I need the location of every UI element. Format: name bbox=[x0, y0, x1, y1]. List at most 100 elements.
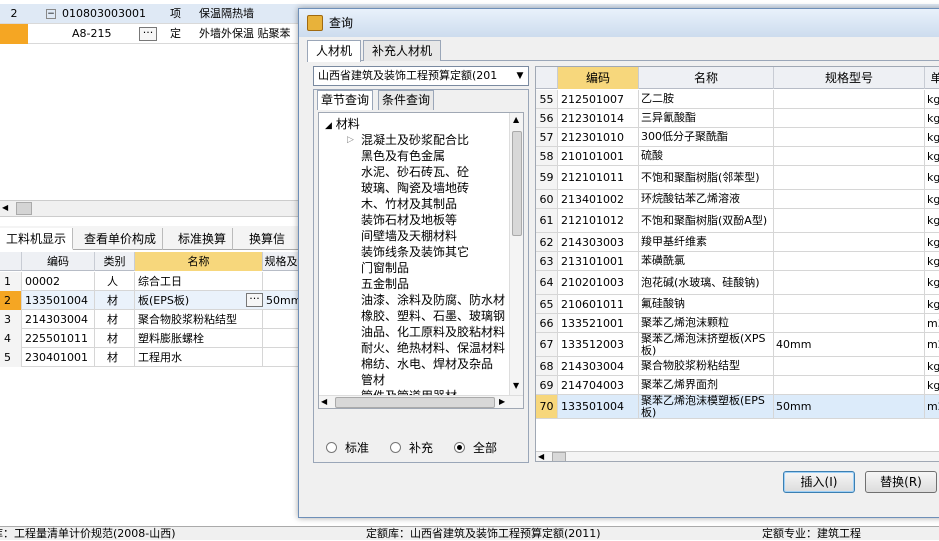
cell-code[interactable]: 212101011 bbox=[558, 166, 639, 189]
cell-name[interactable]: 环烷酸钴苯乙烯溶液 bbox=[639, 190, 774, 208]
dialog-title-bar[interactable]: 查询 bbox=[299, 9, 939, 37]
radio-circle[interactable] bbox=[326, 442, 337, 453]
cell-name[interactable]: 苯磺酰氯 bbox=[639, 252, 774, 270]
cell-spec[interactable]: 40mm bbox=[774, 333, 925, 356]
cell-name[interactable]: 不饱和聚酯树脂(双酚A型) bbox=[639, 209, 774, 232]
table-row[interactable]: 64210201003泡花碱(水玻璃、硅酸钠) kg bbox=[536, 271, 939, 295]
tree-horizontal-scrollbar[interactable]: ◀ ▶ bbox=[319, 395, 523, 408]
cell-name[interactable]: 聚苯乙烯泡沫颗粒 bbox=[639, 314, 774, 332]
cell-spec[interactable] bbox=[774, 109, 925, 127]
cell-spec[interactable] bbox=[774, 166, 925, 189]
cell-code[interactable]: 210601011 bbox=[558, 295, 639, 313]
tab-unit-price[interactable]: 查看单价构成 bbox=[78, 228, 164, 250]
tab-chapter-query[interactable]: 章节查询 bbox=[317, 90, 374, 110]
horizontal-scrollbar[interactable]: ◀ bbox=[0, 200, 300, 217]
tab-condition-query[interactable]: 条件查询 bbox=[378, 90, 435, 110]
cell-code[interactable]: 214704003 bbox=[558, 376, 639, 394]
column-header-unit[interactable]: 单位 bbox=[925, 67, 939, 89]
tree-item[interactable]: 木、竹材及其制品 bbox=[361, 196, 457, 212]
table-row[interactable]: 68214303004聚合物胶浆粉粘结型 kg bbox=[536, 357, 939, 376]
cell-name[interactable]: 聚苯乙烯泡沫挤塑板(XPS板) bbox=[639, 333, 774, 356]
radio-all[interactable]: 全部 bbox=[454, 440, 497, 456]
collapse-icon[interactable]: − bbox=[46, 9, 56, 19]
cell-spec[interactable]: 50mm bbox=[263, 291, 300, 310]
cell-name[interactable]: 聚苯乙烯泡沫模塑板(EPS板) bbox=[639, 395, 774, 418]
column-header[interactable]: 类别 bbox=[95, 252, 135, 271]
cell-spec[interactable] bbox=[263, 310, 300, 329]
cell-name[interactable]: 聚合物胶浆粉粘结型 bbox=[135, 310, 263, 329]
tree-item[interactable]: 黑色及有色金属 bbox=[361, 148, 445, 164]
table-row[interactable]: 66133521001聚苯乙烯泡沫颗粒 m3 bbox=[536, 314, 939, 333]
tree-item[interactable]: 五金制品 bbox=[361, 276, 409, 292]
table-row[interactable]: 67133512003聚苯乙烯泡沫挤塑板(XPS板)40mmm2 bbox=[536, 333, 939, 357]
cell-code[interactable]: 214303004 bbox=[22, 310, 95, 329]
cell-name[interactable]: 羧甲基纤维素 bbox=[639, 233, 774, 251]
scroll-left-icon[interactable]: ◀ bbox=[538, 452, 544, 461]
tab-standard-conversion[interactable]: 标准换算 bbox=[172, 228, 234, 250]
table-row[interactable]: 62214303003羧甲基纤维素 kg bbox=[536, 233, 939, 252]
radio-circle-selected[interactable] bbox=[454, 442, 465, 453]
item-name[interactable]: 保温隔热墙 bbox=[199, 4, 299, 24]
item-name[interactable]: 外墙外保温 贴聚苯 bbox=[199, 24, 299, 44]
cell-spec[interactable] bbox=[774, 147, 925, 165]
cell-spec[interactable] bbox=[774, 314, 925, 332]
table-row[interactable]: 57212301010300低分子聚酰酯 kg bbox=[536, 128, 939, 147]
tree-item[interactable]: 间壁墙及天棚材料 bbox=[361, 228, 457, 244]
cell-name[interactable]: 乙二胺 bbox=[639, 90, 774, 108]
cell-category[interactable]: 材 bbox=[95, 291, 135, 310]
cell-spec[interactable] bbox=[774, 190, 925, 208]
column-header[interactable]: 名称 bbox=[135, 252, 263, 271]
cell-unit[interactable]: kg bbox=[925, 109, 939, 127]
column-header-spec[interactable]: 规格型号 bbox=[774, 67, 925, 89]
cell-category[interactable]: 人 bbox=[95, 272, 135, 291]
cell-spec[interactable] bbox=[263, 329, 300, 348]
column-header-name[interactable]: 名称 bbox=[639, 67, 774, 89]
tab-conversion-info[interactable]: 换算信息 bbox=[243, 228, 300, 268]
tree-item[interactable]: 装饰线条及装饰其它 bbox=[361, 244, 469, 260]
cell-unit[interactable]: kg bbox=[925, 90, 939, 108]
cell-name[interactable]: 塑料膨胀螺栓 bbox=[135, 329, 263, 348]
tree-item[interactable]: 橡胶、塑料、石墨、玻璃钢 bbox=[361, 308, 505, 324]
cell-spec[interactable] bbox=[774, 252, 925, 270]
tree-item[interactable]: 管材 bbox=[361, 372, 385, 388]
scroll-thumb[interactable] bbox=[512, 131, 522, 236]
cell-unit[interactable]: m3 bbox=[925, 314, 939, 332]
cell-code[interactable]: 214303004 bbox=[558, 357, 639, 375]
cell-category[interactable]: 材 bbox=[95, 329, 135, 348]
cell-spec[interactable] bbox=[774, 209, 925, 232]
more-button[interactable]: ··· bbox=[139, 27, 157, 41]
cell-unit[interactable]: kg bbox=[925, 376, 939, 394]
cell-code[interactable]: 230401001 bbox=[22, 348, 95, 367]
tree-item[interactable]: 油品、化工原料及胶粘材料 bbox=[361, 324, 505, 340]
cell-spec[interactable] bbox=[263, 272, 300, 291]
scroll-left-icon[interactable]: ◀ bbox=[2, 203, 8, 212]
chapter-tree[interactable]: ◢ 材料 ▷ 混凝土及砂浆配合比 黑色及有色金属 水泥、砂石砖瓦、砼 玻璃、陶瓷… bbox=[318, 112, 524, 409]
cell-code[interactable]: 00002 bbox=[22, 272, 95, 291]
cell-unit[interactable]: kg bbox=[925, 147, 939, 165]
radio-standard[interactable]: 标准 bbox=[326, 440, 369, 456]
replace-button[interactable]: 替换(R) bbox=[865, 471, 937, 493]
cell-unit[interactable]: kg bbox=[925, 166, 939, 189]
cell-spec[interactable] bbox=[774, 90, 925, 108]
scroll-up-icon[interactable]: ▲ bbox=[513, 115, 519, 124]
cell-name[interactable]: 泡花碱(水玻璃、硅酸钠) bbox=[639, 271, 774, 294]
cell-code[interactable]: 213101001 bbox=[558, 252, 639, 270]
cell-unit[interactable]: kg bbox=[925, 271, 939, 294]
cell-spec[interactable] bbox=[774, 233, 925, 251]
scroll-thumb[interactable] bbox=[552, 452, 566, 461]
tree-item[interactable]: 棉纺、水电、焊材及杂品 bbox=[361, 356, 493, 372]
cell-spec[interactable] bbox=[263, 348, 300, 367]
scroll-left-icon[interactable]: ◀ bbox=[321, 397, 327, 406]
cell-spec[interactable] bbox=[774, 295, 925, 313]
cell-unit[interactable]: kg bbox=[925, 295, 939, 313]
cell-code[interactable]: 213401002 bbox=[558, 190, 639, 208]
cell-code[interactable]: 212501007 bbox=[558, 90, 639, 108]
insert-button[interactable]: 插入(I) bbox=[783, 471, 855, 493]
tab-materials[interactable]: 人材机 bbox=[307, 40, 362, 62]
cell-spec[interactable]: 50mm bbox=[774, 395, 925, 418]
cell-unit[interactable]: kg bbox=[925, 128, 939, 146]
table-row[interactable]: 2 133501004 材 板(EPS板) ··· 50mm bbox=[0, 291, 300, 310]
table-row[interactable]: 61212101012不饱和聚酯树脂(双酚A型) kg bbox=[536, 209, 939, 233]
cell-name[interactable]: 综合工日 bbox=[135, 272, 263, 291]
cell-code[interactable]: 214303003 bbox=[558, 233, 639, 251]
